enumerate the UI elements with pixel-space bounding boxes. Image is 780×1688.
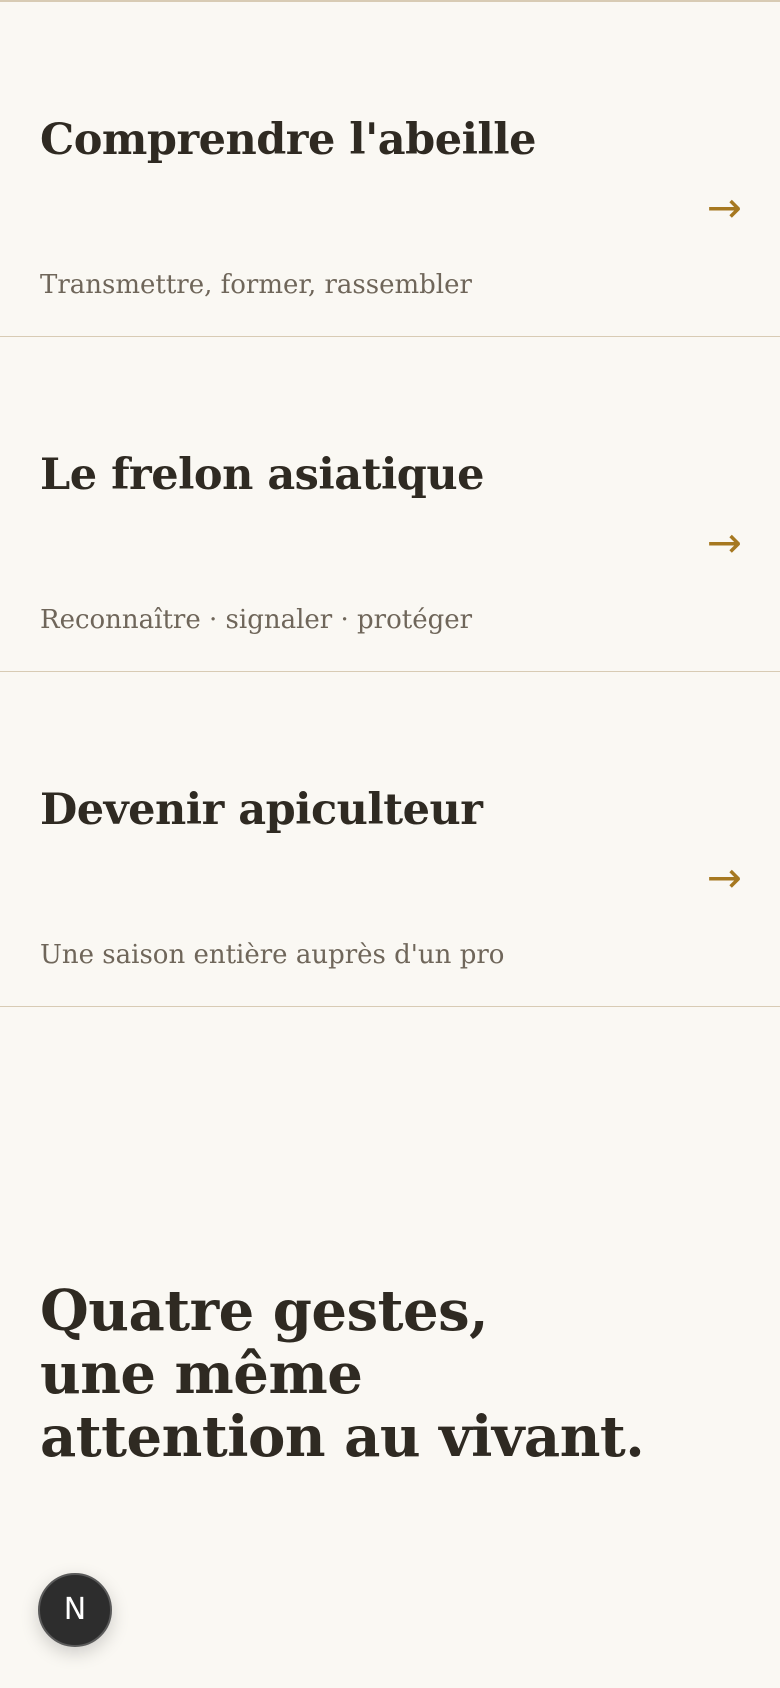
tagline-line: une même [40,1341,363,1407]
card-title: Le frelon asiatique [40,450,484,500]
card-devenir-apiculteur[interactable]: Devenir apiculteur Une saison entière au… [0,672,780,1007]
tagline-line: Quatre gestes, [40,1278,489,1344]
card-comprendre-abeille[interactable]: Comprendre l'abeille Transmettre, former… [0,2,780,337]
card-subtitle: Reconnaître · signaler · protéger [40,605,473,635]
card-subtitle: Transmettre, former, rassembler [40,270,472,300]
arrow-right-icon: → [706,183,742,232]
card-title: Devenir apiculteur [40,785,483,835]
card-subtitle: Une saison entière auprès d'un pro [40,940,505,970]
tagline-line: attention au vivant. [40,1404,645,1470]
nextjs-logo-icon: N [63,1592,87,1627]
card-title: Comprendre l'abeille [40,115,536,165]
arrow-right-icon: → [706,853,742,902]
card-frelon-asiatique[interactable]: Le frelon asiatique Reconnaître · signal… [0,337,780,672]
arrow-right-icon: → [706,518,742,567]
section-tagline: Quatre gestes, une même attention au viv… [40,1280,740,1469]
nextjs-dev-badge[interactable]: N [38,1573,112,1647]
